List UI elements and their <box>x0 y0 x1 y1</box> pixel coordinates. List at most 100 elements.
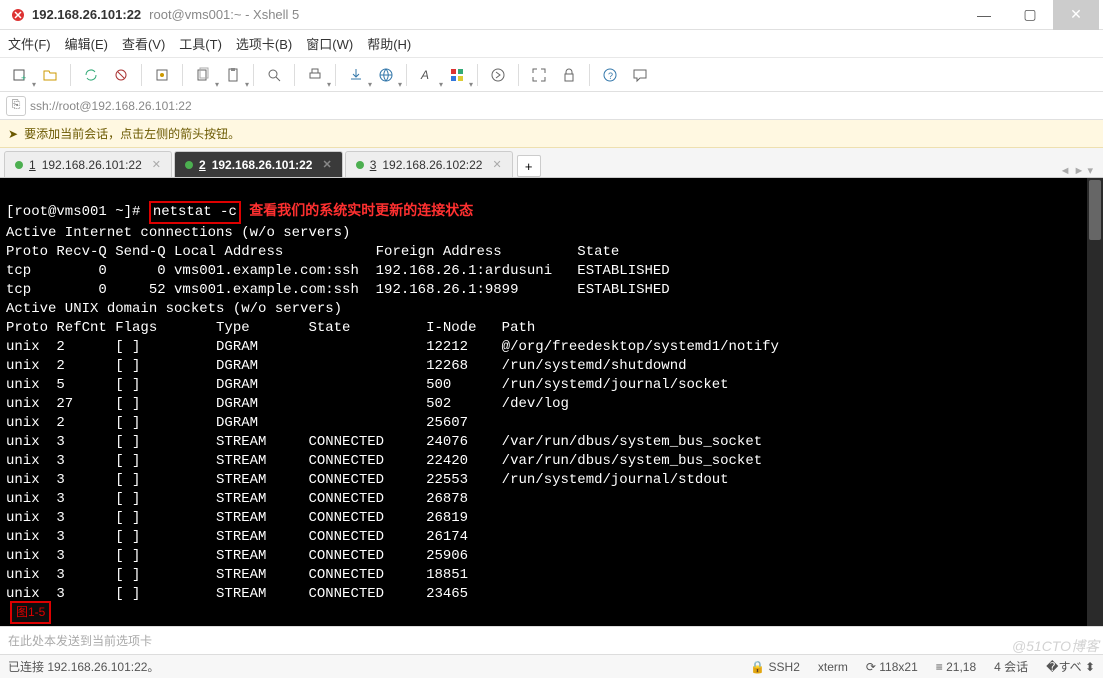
tab-number: 3 <box>370 158 377 172</box>
menu-tools[interactable]: 工具(T) <box>179 34 222 53</box>
font-button[interactable]: A <box>413 61 441 89</box>
reconnect-button[interactable] <box>77 61 105 89</box>
terminal-line: unix 3 [ ] STREAM CONNECTED 23465 <box>6 586 502 602</box>
tab-number: 1 <box>29 158 36 172</box>
terminal-line: Proto RefCnt Flags Type State I-Node Pat… <box>6 320 535 336</box>
terminal-line: unix 3 [ ] STREAM CONNECTED 22420 /var/r… <box>6 453 762 469</box>
terminal-line: unix 3 [ ] STREAM CONNECTED 18851 <box>6 567 502 583</box>
session-tab-3[interactable]: 3 192.168.26.102:22 ✕ <box>345 151 513 177</box>
close-tab-icon[interactable]: ✕ <box>152 158 161 171</box>
script-button[interactable] <box>484 61 512 89</box>
separator <box>294 64 295 86</box>
menubar: 文件(F) 编辑(E) 查看(V) 工具(T) 选项卡(B) 窗口(W) 帮助(… <box>0 30 1103 58</box>
toolbar: + A ? <box>0 58 1103 92</box>
find-button[interactable] <box>260 61 288 89</box>
status-size: ⟳ 118x21 <box>866 660 918 674</box>
print-button[interactable] <box>301 61 329 89</box>
addressbar: ⎘ ssh://root@192.168.26.101:22 <box>0 92 1103 120</box>
status-extra[interactable]: �すべ ⬍ <box>1046 658 1095 675</box>
terminal-line: Active Internet connections (w/o servers… <box>6 225 350 241</box>
tab-label: 192.168.26.102:22 <box>382 158 482 172</box>
send-input-placeholder: 在此处本发送到当前选项卡 <box>8 632 152 649</box>
terminal-prompt: [root@vms001 ~]# <box>6 204 140 220</box>
separator <box>406 64 407 86</box>
separator <box>335 64 336 86</box>
session-tab-1[interactable]: 1 192.168.26.101:22 ✕ <box>4 151 172 177</box>
chat-button[interactable] <box>626 61 654 89</box>
terminal-line: unix 3 [ ] STREAM CONNECTED 26878 <box>6 491 502 507</box>
separator <box>477 64 478 86</box>
open-button[interactable] <box>36 61 64 89</box>
terminal-line: unix 3 [ ] STREAM CONNECTED 22553 /run/s… <box>6 472 729 488</box>
terminal-line: unix 3 [ ] STREAM CONNECTED 26174 <box>6 529 502 545</box>
terminal-line: Proto Recv-Q Send-Q Local Address Foreig… <box>6 244 619 260</box>
arrow-icon[interactable]: ➤ <box>8 127 18 141</box>
titlebar: 192.168.26.101:22 root@vms001:~ - Xshell… <box>0 0 1103 30</box>
scrollbar-thumb[interactable] <box>1089 180 1101 240</box>
color-button[interactable] <box>443 61 471 89</box>
window-controls: — ▢ ✕ <box>961 0 1099 30</box>
terminal-command-highlight: netstat -c <box>149 201 241 224</box>
web-button[interactable] <box>372 61 400 89</box>
menu-view[interactable]: 查看(V) <box>122 34 165 53</box>
hint-text: 要添加当前会话，点击左侧的箭头按钮。 <box>24 125 240 142</box>
addressbar-go-icon[interactable]: ⎘ <box>6 96 26 116</box>
menu-tabs[interactable]: 选项卡(B) <box>236 34 292 53</box>
status-cursor: ≡ 21,18 <box>936 660 976 674</box>
transfer-button[interactable] <box>342 61 370 89</box>
close-tab-icon[interactable]: ✕ <box>322 158 331 171</box>
statusbar: 已连接 192.168.26.101:22。 🔒 SSH2 xterm ⟳ 11… <box>0 654 1103 678</box>
terminal-line: tcp 0 0 vms001.example.com:ssh 192.168.2… <box>6 263 670 279</box>
menu-window[interactable]: 窗口(W) <box>306 34 353 53</box>
terminal-line: unix 3 [ ] STREAM CONNECTED 24076 /var/r… <box>6 434 762 450</box>
status-dot-icon <box>185 161 193 169</box>
separator <box>70 64 71 86</box>
close-tab-icon[interactable]: ✕ <box>492 158 501 171</box>
window-title-main: 192.168.26.101:22 <box>32 7 141 22</box>
terminal-line: unix 27 [ ] DGRAM 502 /dev/log <box>6 396 569 412</box>
status-term: xterm <box>818 660 848 674</box>
addressbar-url[interactable]: ssh://root@192.168.26.101:22 <box>30 99 192 113</box>
paste-button[interactable] <box>219 61 247 89</box>
figure-label: 图1-5 <box>10 601 51 624</box>
terminal[interactable]: [root@vms001 ~]# netstat -c 查看我们的系统实时更新的… <box>0 178 1103 626</box>
terminal-line: Active UNIX domain sockets (w/o servers) <box>6 301 342 317</box>
svg-text:+: + <box>21 73 26 83</box>
send-input-bar[interactable]: 在此处本发送到当前选项卡 <box>0 626 1103 654</box>
copy-button[interactable] <box>189 61 217 89</box>
svg-text:?: ? <box>608 71 613 81</box>
terminal-line: unix 2 [ ] DGRAM 12268 /run/systemd/shut… <box>6 358 687 374</box>
status-sessions: 4 会话 <box>994 658 1028 675</box>
menu-help[interactable]: 帮助(H) <box>367 34 411 53</box>
separator <box>589 64 590 86</box>
disconnect-button[interactable] <box>107 61 135 89</box>
minimize-button[interactable]: — <box>961 0 1007 30</box>
status-dot-icon <box>356 161 364 169</box>
properties-button[interactable] <box>148 61 176 89</box>
terminal-scrollbar[interactable] <box>1087 178 1103 626</box>
separator <box>182 64 183 86</box>
maximize-button[interactable]: ▢ <box>1007 0 1053 30</box>
fullscreen-button[interactable] <box>525 61 553 89</box>
status-dot-icon <box>15 161 23 169</box>
separator <box>253 64 254 86</box>
new-session-button[interactable]: + <box>6 61 34 89</box>
hintbar: ➤ 要添加当前会话，点击左侧的箭头按钮。 <box>0 120 1103 148</box>
separator <box>518 64 519 86</box>
lock-button[interactable] <box>555 61 583 89</box>
menu-file[interactable]: 文件(F) <box>8 34 51 53</box>
session-tab-2[interactable]: 2 192.168.26.101:22 ✕ <box>174 151 343 177</box>
terminal-line: unix 3 [ ] STREAM CONNECTED 26819 <box>6 510 502 526</box>
tab-label: 192.168.26.101:22 <box>212 158 313 172</box>
terminal-line: unix 2 [ ] DGRAM 12212 @/org/freedesktop… <box>6 339 779 355</box>
terminal-annotation: 查看我们的系统实时更新的连接状态 <box>249 204 473 220</box>
session-tabs: 1 192.168.26.101:22 ✕ 2 192.168.26.101:2… <box>0 148 1103 178</box>
terminal-line: unix 2 [ ] DGRAM 25607 <box>6 415 502 431</box>
tab-nav-icon[interactable]: ◄ ► ▾ <box>1060 164 1093 177</box>
close-button[interactable]: ✕ <box>1053 0 1099 30</box>
menu-edit[interactable]: 编辑(E) <box>65 34 108 53</box>
help-button[interactable]: ? <box>596 61 624 89</box>
tab-number: 2 <box>199 158 206 172</box>
terminal-line: unix 5 [ ] DGRAM 500 /run/systemd/journa… <box>6 377 729 393</box>
add-tab-button[interactable]: + <box>517 155 541 177</box>
